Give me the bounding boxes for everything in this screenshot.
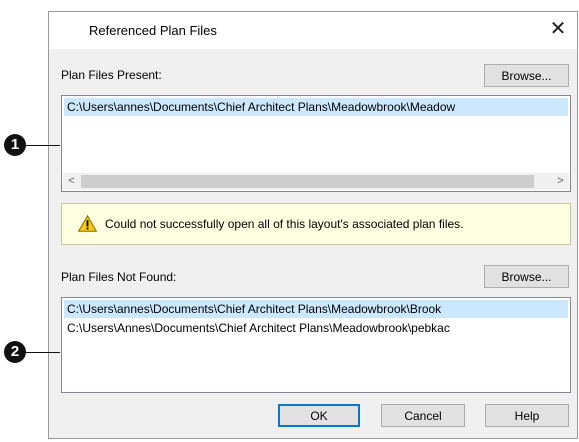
scrollbar-thumb[interactable] — [81, 175, 534, 188]
callout-2: 2 — [4, 341, 26, 363]
title-bar: Referenced Plan Files ✕ — [49, 12, 577, 49]
horizontal-scrollbar[interactable]: < > — [63, 173, 569, 190]
list-item[interactable]: C:\Users\Annes\Documents\Chief Architect… — [64, 319, 568, 337]
browse-not-found-button[interactable]: Browse... — [484, 265, 569, 288]
warning-icon — [78, 215, 97, 232]
scroll-left-icon[interactable]: < — [63, 173, 80, 190]
help-button[interactable]: Help — [485, 404, 569, 427]
plan-files-present-list[interactable]: C:\Users\annes\Documents\Chief Architect… — [61, 95, 571, 192]
list-item[interactable]: C:\Users\annes\Documents\Chief Architect… — [64, 300, 568, 318]
cancel-button[interactable]: Cancel — [381, 404, 465, 427]
scroll-right-icon[interactable]: > — [552, 173, 569, 190]
referenced-plan-files-dialog: Referenced Plan Files ✕ Plan Files Prese… — [48, 11, 578, 439]
browse-present-button[interactable]: Browse... — [484, 64, 569, 87]
close-icon[interactable]: ✕ — [547, 17, 569, 41]
ok-button[interactable]: OK — [278, 404, 360, 427]
callout-2-line — [26, 352, 60, 353]
warning-message-box: Could not successfully open all of this … — [61, 203, 571, 245]
plan-files-not-found-list[interactable]: C:\Users\annes\Documents\Chief Architect… — [61, 297, 571, 393]
list-item[interactable]: C:\Users\annes\Documents\Chief Architect… — [64, 98, 568, 116]
warning-text: Could not successfully open all of this … — [105, 217, 464, 231]
plan-files-not-found-label: Plan Files Not Found: — [61, 270, 177, 284]
plan-files-present-label: Plan Files Present: — [61, 68, 162, 82]
dialog-title: Referenced Plan Files — [89, 23, 217, 38]
callout-1: 1 — [4, 134, 26, 156]
callout-1-line — [26, 145, 60, 146]
